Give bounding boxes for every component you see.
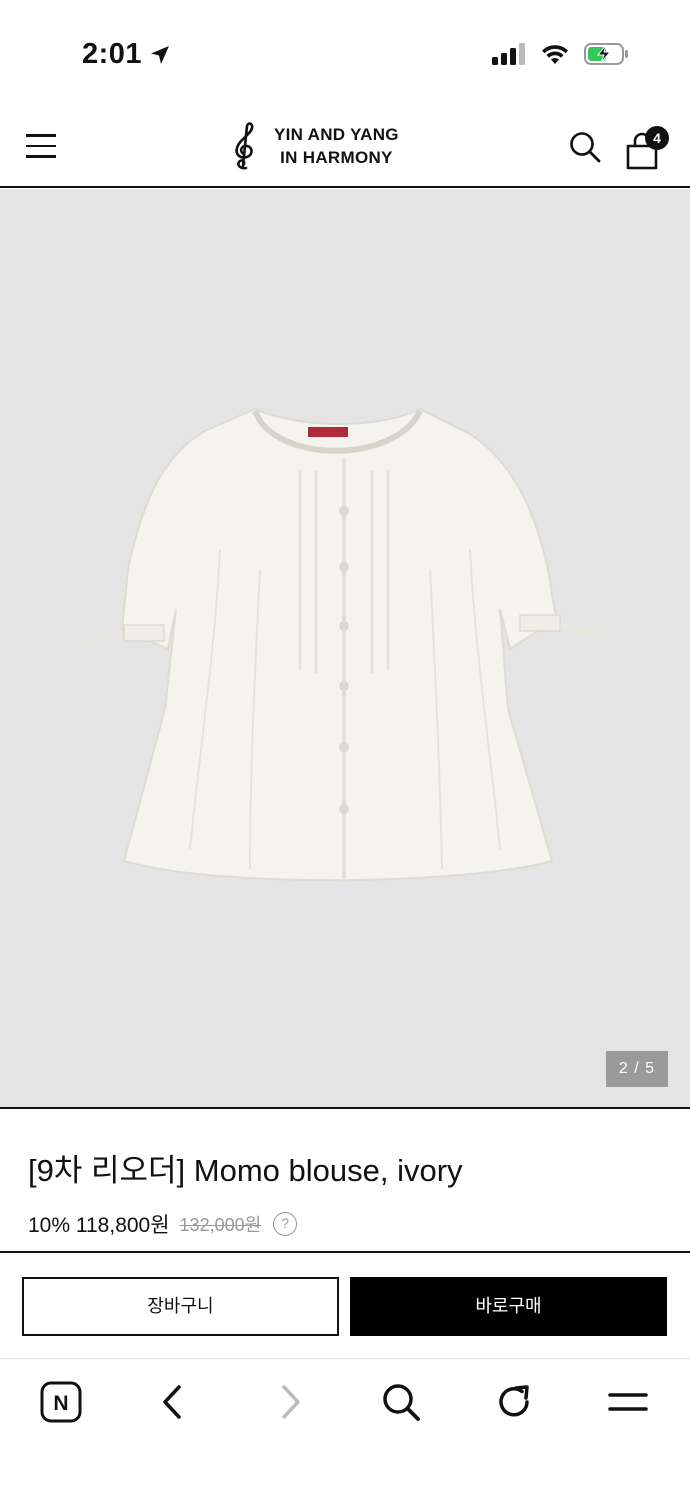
naver-home-letter: N [53,1392,68,1415]
product-info: [9차 리오더] Momo blouse, ivory 10% 118,800원… [0,1111,690,1253]
product-photo-blouse [74,407,616,884]
status-bar: 2:01 [0,0,690,110]
price-row: 10% 118,800원 132,000원 ? [28,1209,298,1239]
status-time: 2:01 [82,38,143,70]
shopping-bag-icon[interactable]: 4 [624,126,669,170]
add-to-cart-button[interactable]: 장바구니 [22,1277,339,1336]
browser-toolbar: N [0,1360,690,1500]
buy-now-button[interactable]: 바로구매 [350,1277,667,1336]
original-price: 132,000원 [179,1215,262,1235]
site-header: YIN AND YANG IN HARMONY 4 [0,110,690,188]
hamburger-menu-icon[interactable] [26,134,56,160]
brand-name: YIN AND YANG IN HARMONY [274,123,399,169]
image-counter: 2 / 5 [606,1051,668,1087]
browser-search-icon[interactable] [377,1378,425,1426]
help-icon[interactable]: ? [273,1212,298,1236]
battery-charging-icon [584,43,628,65]
status-indicators [492,42,630,66]
signal-icon [492,43,525,65]
reload-icon[interactable] [491,1378,539,1426]
wifi-icon [542,45,568,64]
product-title: [9차 리오더] Momo blouse, ivory [28,1153,463,1188]
sale-price: 118,800원 [75,1214,170,1237]
back-icon[interactable] [150,1378,198,1426]
price-group: 10% 118,800원 [28,1209,170,1239]
brand-logo[interactable]: YIN AND YANG IN HARMONY [226,122,399,170]
discount-rate: 10% [28,1214,71,1237]
naver-home-icon[interactable]: N [37,1378,85,1426]
treble-clef-logo-icon [235,122,254,170]
purchase-actions: 장바구니 바로구매 [0,1255,690,1359]
search-icon[interactable] [568,130,602,164]
browser-menu-icon[interactable] [604,1378,652,1426]
cart-count-badge: 4 [645,126,669,150]
forward-icon[interactable] [265,1378,313,1426]
product-image-gallery[interactable]: 2 / 5 [0,189,690,1109]
brand-line1: YIN AND YANG [274,125,399,144]
location-arrow-icon [151,45,170,64]
brand-line2: IN HARMONY [280,148,393,167]
status-time-group: 2:01 [82,38,172,71]
